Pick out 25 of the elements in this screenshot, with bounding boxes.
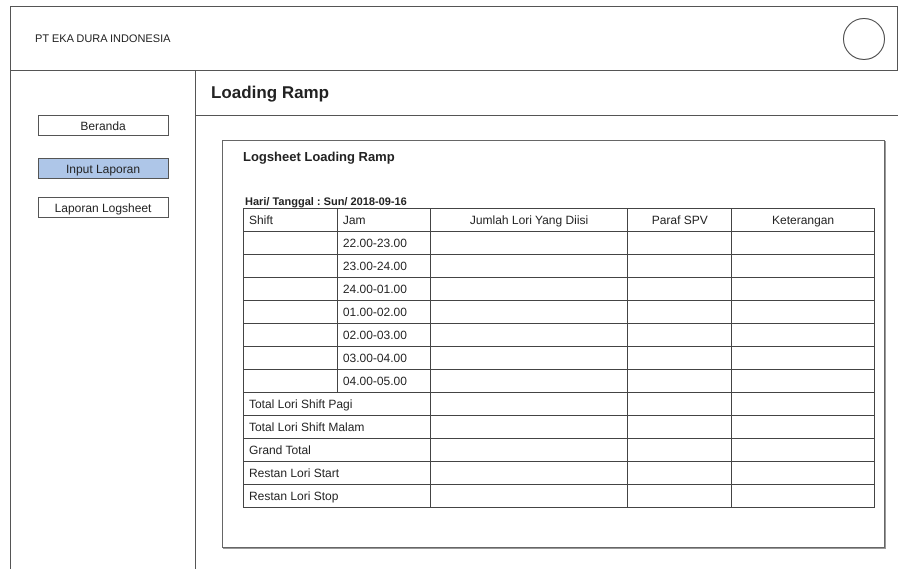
company-name: PT EKA DURA INDONESIA [35,32,171,44]
table-cell: Restan Lori Stop [249,489,338,503]
panel-title: Logsheet Loading Ramp [243,149,396,164]
table-cell: Grand Total [249,443,311,457]
page-title: Loading Ramp [211,83,330,103]
column-header: Jam [342,213,366,227]
table-cell: 23.00-24.00 [342,259,407,273]
table-cell: Total Lori Shift Malam [249,420,364,434]
table-cell: 04.00-05.00 [342,374,407,388]
table-cell: Total Lori Shift Pagi [249,397,352,411]
column-header: Paraf SPV [652,213,708,227]
table-cell: Restan Lori Start [249,466,340,480]
date-label: Hari/ Tanggal : Sun/ 2018-09-16 [245,196,408,208]
column-header: Keterangan [772,213,834,227]
nav-button[interactable]: Input Laporan [38,158,168,179]
table-cell: 03.00-04.00 [342,351,407,365]
column-header: Jumlah Lori Yang Diisi [470,213,588,227]
table-cell: 01.00-02.00 [342,305,407,319]
nav-button[interactable]: Beranda [38,115,168,136]
table-cell: 24.00-01.00 [342,282,407,296]
table-cell: 22.00-23.00 [342,236,407,250]
table-cell: 02.00-03.00 [342,328,407,342]
column-header: Shift [249,213,274,227]
nav-button[interactable]: Laporan Logsheet [38,197,168,218]
avatar-icon[interactable] [843,18,885,60]
